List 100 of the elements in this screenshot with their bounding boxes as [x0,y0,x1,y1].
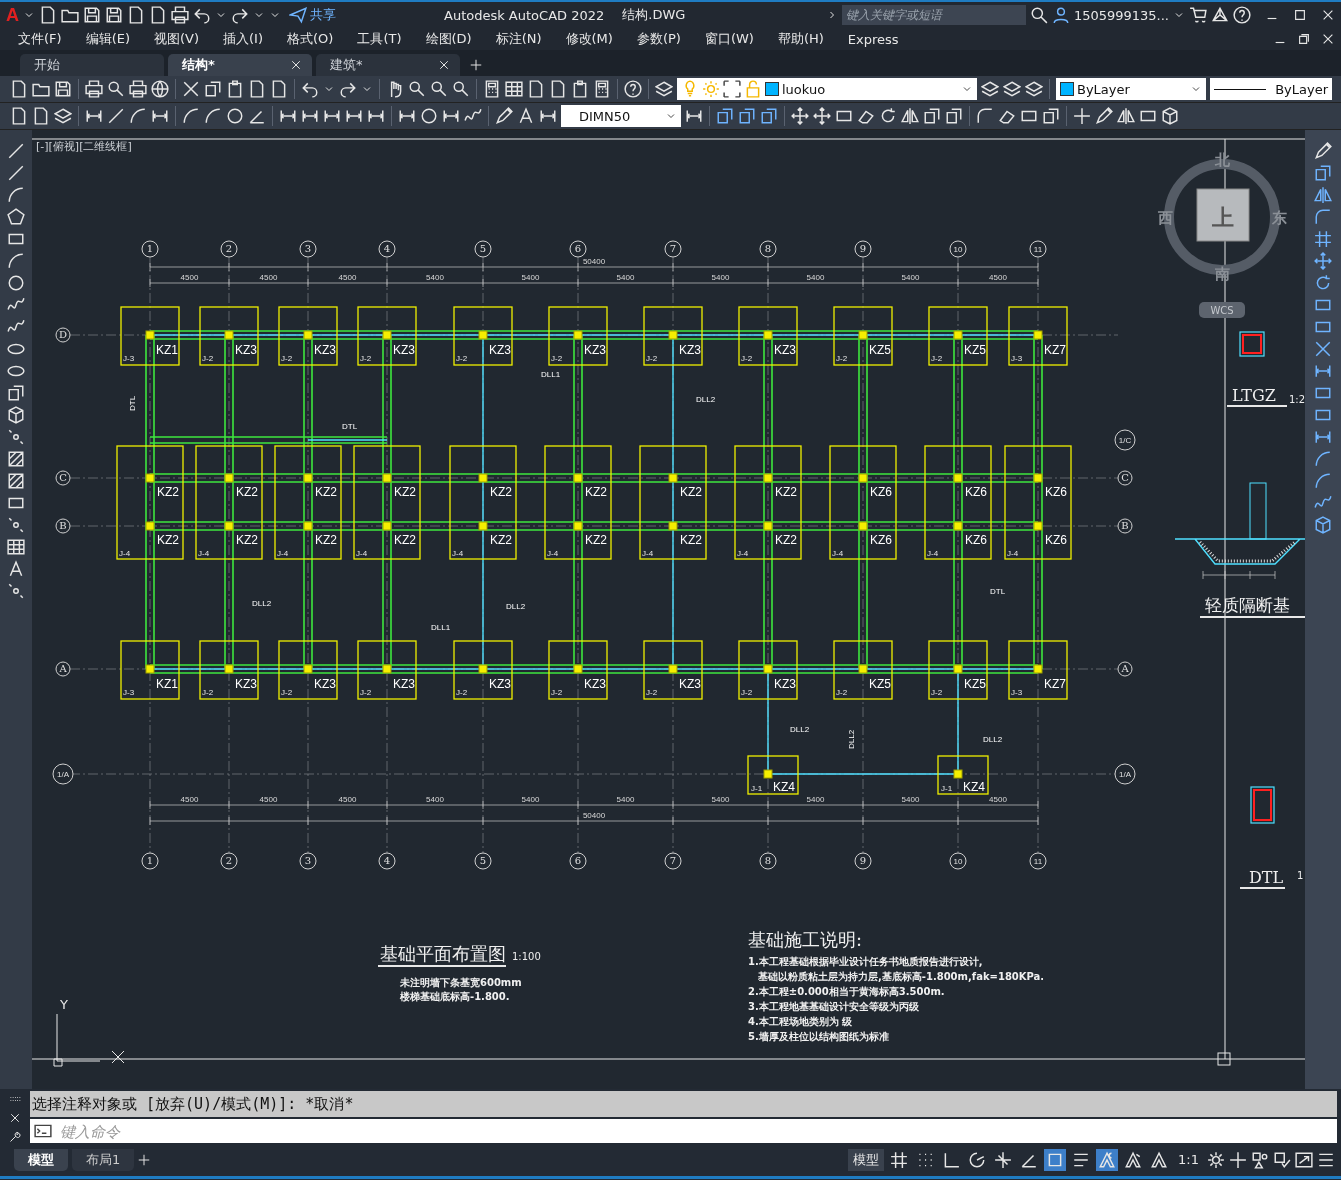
command-input[interactable]: 键入命令 [58,1121,1337,1141]
column-label: KZ3 [774,677,796,691]
footing-type-label: J-1 [751,784,763,793]
menu-item[interactable]: 插入(I) [223,30,263,48]
dimension-text: 5400 [616,795,635,804]
dimension-text: 4500 [259,273,278,282]
dimension-text: 50400 [582,811,606,820]
footing-type-label: J-4 [119,549,131,558]
footing-type-label: J-2 [931,688,943,697]
dimension-text: 5400 [711,273,730,282]
column-label: KZ6 [1045,485,1067,499]
menu-item[interactable]: 帮助(H) [777,30,824,48]
share-button[interactable]: 共享 [285,6,340,24]
layout-tab[interactable]: 布局1 [72,1148,135,1171]
menu-item[interactable]: 修改(M) [565,30,613,48]
dimension-style-dropdown[interactable]: DIMN50 [561,105,681,127]
column-label: KZ5 [964,343,986,357]
axis-label: 5 [479,855,487,866]
footing-type-label: J-2 [360,688,372,697]
axis-label: 9 [859,855,867,866]
search-field[interactable]: 键入关键字或短语 [841,5,1026,25]
dimension-text: 5400 [806,795,825,804]
menu-item[interactable]: 参数(P) [636,30,681,48]
ucs-axis-label: Y [60,997,68,1012]
footing-type-label: J-4 [737,549,749,558]
column-label: KZ3 [235,343,257,357]
column-label: KZ2 [585,485,607,499]
axis-label: 8 [764,243,772,254]
axis-label: 4 [383,855,391,866]
linetype-dropdown[interactable]: ByLayer [1210,78,1332,100]
ucs-name: WCS [1210,305,1234,316]
menu-item[interactable]: 视图(V) [154,30,200,48]
axis-label: 7 [669,855,677,866]
beam-label: DLL2 [790,725,810,734]
axis-label: 1 [146,855,154,866]
beam-label: DLL2 [847,729,856,749]
axis-label: 1/A [1119,770,1131,779]
axis-label: A [59,663,67,674]
dimension-text: 5400 [806,273,825,282]
axis-label: 6 [574,855,582,866]
viewport-label[interactable]: [-][俯视][二维线框] [36,140,132,153]
footing-type-label: J-4 [547,549,559,558]
user-name[interactable]: 1505999135... [1073,7,1169,23]
column-label: KZ2 [236,533,258,547]
menu-item[interactable]: Express [847,31,899,47]
footing-type-label: J-2 [281,688,293,697]
axis-label: B [59,520,67,531]
layer-dropdown[interactable]: luokuo [677,78,977,100]
column-label: KZ2 [775,533,797,547]
column-label: KZ3 [314,677,336,691]
linetype-value: ByLayer [1275,81,1328,97]
layout-tab[interactable]: 模型 [14,1148,68,1171]
dimension-text: 5400 [711,795,730,804]
beam-label: DTL [342,422,358,431]
column-label: KZ6 [1045,533,1067,547]
footing-type-label: J-4 [198,549,210,558]
axis-label: 1/C [1118,436,1132,445]
footing-type-label: J-2 [741,688,753,697]
column-label: KZ4 [963,780,985,794]
color-dropdown[interactable]: ByLayer [1056,78,1206,100]
note-line: 基础以粉质粘土层为持力层,基底标高-1.800m,fak=180KPa. [758,971,1045,982]
column-label: KZ3 [314,343,336,357]
axis-label: 5 [479,243,487,254]
menu-item[interactable]: 文件(F) [18,30,62,48]
axis-label: 4 [383,243,391,254]
annotation-scale[interactable]: 1:1 [1178,1152,1199,1167]
file-name: 结构.DWG [622,6,686,24]
beam-label: DLL2 [252,599,272,608]
axis-label: 11 [1033,857,1043,866]
axis-label: 10 [953,245,963,254]
file-tab[interactable]: 开始 [20,54,164,76]
column-label: KZ2 [394,533,416,547]
footing-type-label: J-2 [360,354,372,363]
footing-type-label: J-2 [836,354,848,363]
file-tab[interactable]: 结构* [168,54,312,76]
footing-type-label: J-3 [123,354,135,363]
model-space-button[interactable]: 模型 [848,1148,885,1171]
column-label: KZ2 [490,485,512,499]
column-label: KZ3 [489,343,511,357]
menu-item[interactable]: 窗口(W) [704,30,754,48]
window-title: Autodesk AutoCAD 2022 [444,7,605,23]
footing-type-label: J-2 [551,688,563,697]
axis-label: D [59,329,67,340]
column-label: KZ2 [157,485,179,499]
plan-title: 基础平面布置图 [380,943,506,964]
plan-note: 楼梯基础底标高-1.800. [400,991,510,1002]
dimension-text: 5400 [426,273,444,282]
dimension-text: 5400 [521,273,540,282]
file-tab[interactable]: 建筑* [316,54,460,76]
menu-item[interactable]: 绘图(D) [425,30,472,48]
menu-item[interactable]: 编辑(E) [85,30,130,48]
view-cube-face-label: 上 [1212,205,1234,230]
detail-title: LTGZ [1232,386,1276,405]
axis-label: 9 [859,243,867,254]
footing-type-label: J-2 [741,354,753,363]
menu-item[interactable]: 标注(N) [495,30,542,48]
command-line-field[interactable]: 键入命令 [30,1119,1337,1143]
menu-item[interactable]: 工具(T) [357,30,402,48]
menu-item[interactable]: 格式(O) [287,30,334,48]
column-label: KZ1 [156,677,178,691]
